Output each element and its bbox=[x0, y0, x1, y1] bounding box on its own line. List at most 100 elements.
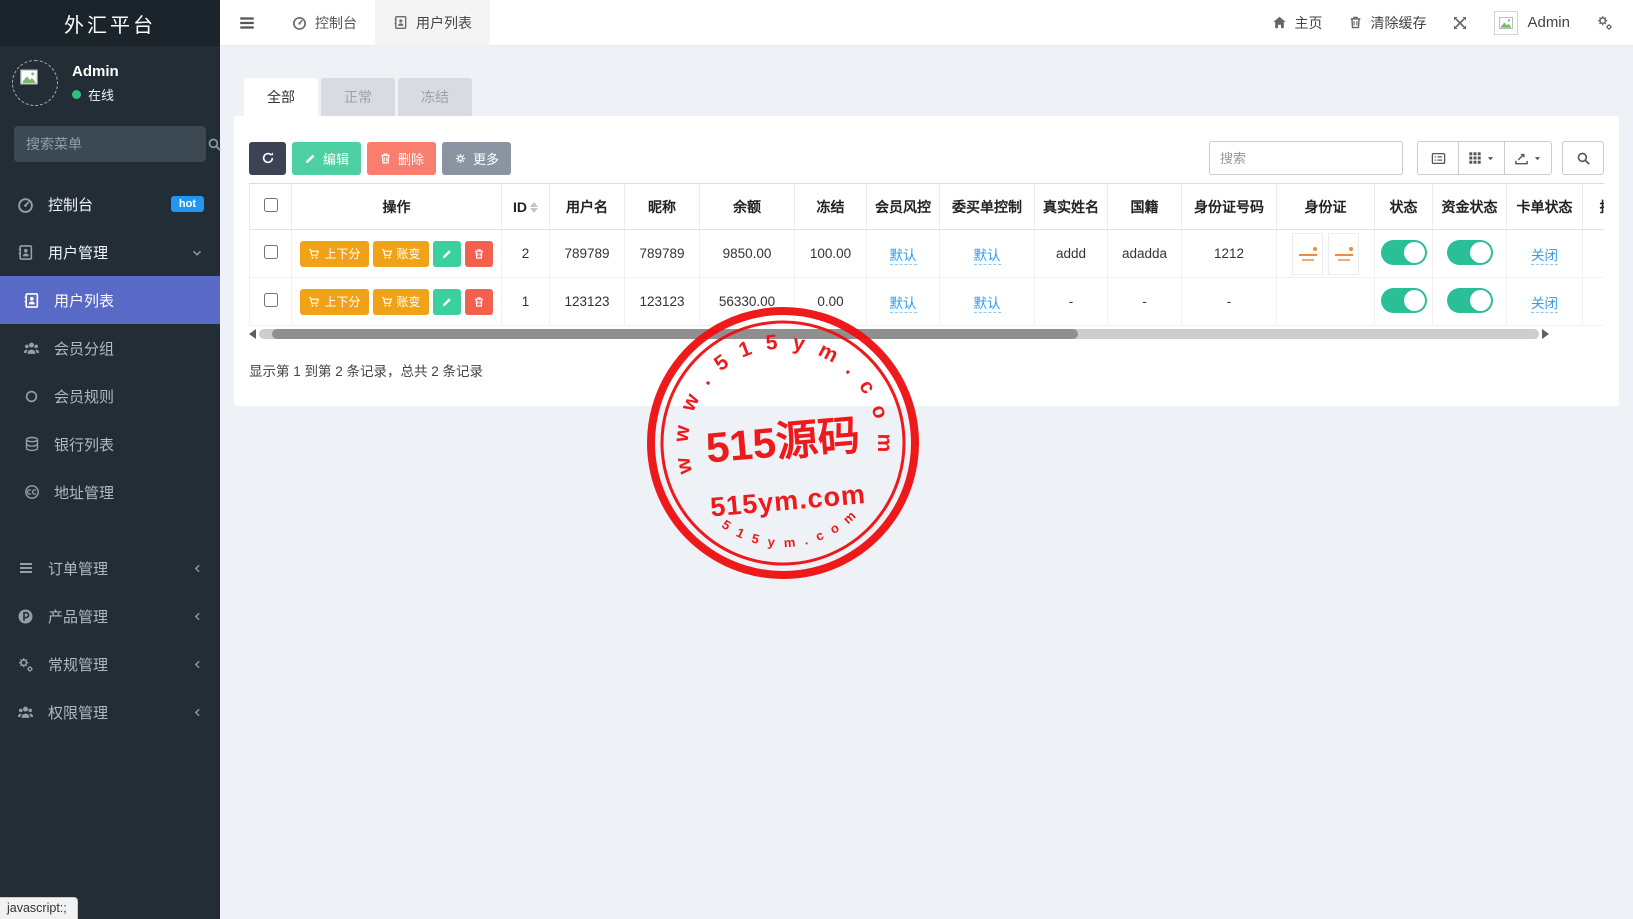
updown-score-button[interactable]: 上下分 bbox=[300, 289, 368, 315]
tab-normal[interactable]: 正常 bbox=[321, 78, 395, 116]
horizontal-scrollbar[interactable] bbox=[249, 328, 1549, 340]
search-submit-button[interactable] bbox=[1562, 141, 1604, 175]
col-header-id-card: 身份证 bbox=[1277, 184, 1375, 230]
fund-status-toggle[interactable] bbox=[1447, 288, 1493, 313]
row-delete-button[interactable] bbox=[465, 241, 493, 267]
fund-status-toggle[interactable] bbox=[1447, 240, 1493, 265]
cell-username: 789789 bbox=[550, 230, 625, 278]
scroll-left-arrow[interactable] bbox=[249, 329, 256, 339]
hamburger-menu-icon[interactable] bbox=[220, 0, 274, 46]
risk-link[interactable]: 默认 bbox=[890, 248, 917, 265]
settings-button[interactable] bbox=[1596, 14, 1613, 31]
col-header-nickname: 昵称 bbox=[625, 184, 700, 230]
address-book-icon bbox=[393, 15, 408, 30]
search-icon[interactable] bbox=[207, 137, 222, 152]
id-card-back-image[interactable] bbox=[1328, 233, 1359, 275]
fullscreen-button[interactable] bbox=[1452, 15, 1468, 31]
tab-user-list[interactable]: 用户列表 bbox=[375, 0, 490, 46]
toolbar: 编辑 删除 更多 bbox=[249, 141, 1604, 175]
sidebar-item-user-mgmt[interactable]: 用户管理 bbox=[0, 228, 220, 276]
cogs-icon bbox=[1596, 14, 1613, 31]
sidebar-item-permission-mgmt[interactable]: 权限管理 bbox=[0, 688, 220, 736]
navbar-user-menu[interactable]: Admin bbox=[1494, 11, 1570, 35]
col-header-realname: 真实姓名 bbox=[1035, 184, 1108, 230]
cart-icon bbox=[308, 248, 320, 260]
avatar bbox=[12, 60, 58, 106]
order-ctrl-link[interactable]: 默认 bbox=[974, 248, 1001, 265]
col-header-id[interactable]: ID bbox=[502, 184, 550, 230]
scrollbar-thumb[interactable] bbox=[272, 329, 1078, 339]
cell-clipped bbox=[1583, 230, 1605, 278]
select-all-checkbox[interactable] bbox=[264, 198, 278, 212]
clear-cache-link[interactable]: 清除缓存 bbox=[1348, 13, 1426, 33]
sidebar-search bbox=[14, 126, 206, 162]
sidebar-item-member-rule[interactable]: 会员规则 bbox=[0, 372, 220, 420]
col-header-nationality: 国籍 bbox=[1108, 184, 1182, 230]
table-search-input[interactable] bbox=[1209, 141, 1403, 175]
home-link[interactable]: 主页 bbox=[1272, 13, 1322, 33]
col-header-fund-status: 资金状态 bbox=[1433, 184, 1507, 230]
id-card-front-image[interactable] bbox=[1292, 233, 1323, 275]
tab-dashboard[interactable]: 控制台 bbox=[274, 0, 375, 46]
col-header-card-status: 卡单状态 bbox=[1507, 184, 1583, 230]
balance-change-button[interactable]: 账变 bbox=[373, 289, 429, 315]
trash-icon bbox=[473, 248, 485, 260]
row-edit-button[interactable] bbox=[433, 241, 461, 267]
row-edit-button[interactable] bbox=[433, 289, 461, 315]
chevron-left-icon bbox=[191, 704, 204, 721]
scrollbar-track[interactable] bbox=[259, 329, 1539, 339]
cell-frozen: 0.00 bbox=[795, 278, 867, 326]
sidebar: 外汇平台 Admin 在线 控制台 hot 用户管理 用户列表 会员分组 bbox=[0, 0, 220, 919]
dashboard-icon bbox=[16, 196, 35, 213]
cell-id-number: - bbox=[1182, 278, 1277, 326]
row-checkbox[interactable] bbox=[264, 293, 278, 307]
col-header-order-ctrl: 委买单控制 bbox=[940, 184, 1035, 230]
balance-change-button[interactable]: 账变 bbox=[373, 241, 429, 267]
edit-button[interactable]: 编辑 bbox=[292, 142, 361, 175]
user-table: 操作 ID 用户名 昵称 余额 冻结 会员风控 委买单控制 真实姓名 国籍 身份… bbox=[249, 183, 1604, 326]
export-button[interactable] bbox=[1504, 141, 1552, 175]
cell-nickname: 789789 bbox=[625, 230, 700, 278]
chevron-down-icon bbox=[190, 244, 204, 261]
sidebar-item-dashboard[interactable]: 控制台 hot bbox=[0, 180, 220, 228]
tab-all[interactable]: 全部 bbox=[244, 78, 318, 116]
tab-frozen[interactable]: 冻结 bbox=[398, 78, 472, 116]
cell-id: 1 bbox=[502, 278, 550, 326]
card-status-link[interactable]: 关闭 bbox=[1531, 248, 1558, 265]
more-button[interactable]: 更多 bbox=[442, 142, 511, 175]
row-checkbox[interactable] bbox=[264, 245, 278, 259]
pencil-icon bbox=[304, 152, 317, 165]
sidebar-item-general-mgmt[interactable]: 常规管理 bbox=[0, 640, 220, 688]
columns-button[interactable] bbox=[1458, 141, 1505, 175]
cell-id: 2 bbox=[502, 230, 550, 278]
cell-id-number: 1212 bbox=[1182, 230, 1277, 278]
sidebar-item-user-list[interactable]: 用户列表 bbox=[0, 276, 220, 324]
sidebar-item-member-group[interactable]: 会员分组 bbox=[0, 324, 220, 372]
risk-link[interactable]: 默认 bbox=[890, 296, 917, 313]
sidebar-item-product-mgmt[interactable]: 产品管理 bbox=[0, 592, 220, 640]
cell-frozen: 100.00 bbox=[795, 230, 867, 278]
detail-view-button[interactable] bbox=[1417, 141, 1459, 175]
order-ctrl-link[interactable]: 默认 bbox=[974, 296, 1001, 313]
sidebar-item-bank-list[interactable]: 银行列表 bbox=[0, 420, 220, 468]
cart-icon bbox=[308, 296, 320, 308]
updown-score-button[interactable]: 上下分 bbox=[300, 241, 368, 267]
sidebar-search-input[interactable] bbox=[26, 136, 207, 152]
sidebar-item-order-mgmt[interactable]: 订单管理 bbox=[0, 544, 220, 592]
card-status-link[interactable]: 关闭 bbox=[1531, 296, 1558, 313]
col-header-status: 状态 bbox=[1375, 184, 1433, 230]
cell-username: 123123 bbox=[550, 278, 625, 326]
row-delete-button[interactable] bbox=[465, 289, 493, 315]
table-view-buttons bbox=[1417, 141, 1552, 175]
scroll-right-arrow[interactable] bbox=[1542, 329, 1549, 339]
delete-button[interactable]: 删除 bbox=[367, 142, 436, 175]
sidebar-item-address-mgmt[interactable]: 地址管理 bbox=[0, 468, 220, 516]
list-icon bbox=[16, 560, 35, 576]
id-card-images[interactable] bbox=[1292, 233, 1359, 275]
status-toggle[interactable] bbox=[1381, 288, 1427, 313]
database-icon bbox=[22, 436, 41, 452]
status-toggle[interactable] bbox=[1381, 240, 1427, 265]
refresh-button[interactable] bbox=[249, 142, 286, 175]
avatar bbox=[1494, 11, 1518, 35]
address-book-icon bbox=[22, 292, 41, 309]
